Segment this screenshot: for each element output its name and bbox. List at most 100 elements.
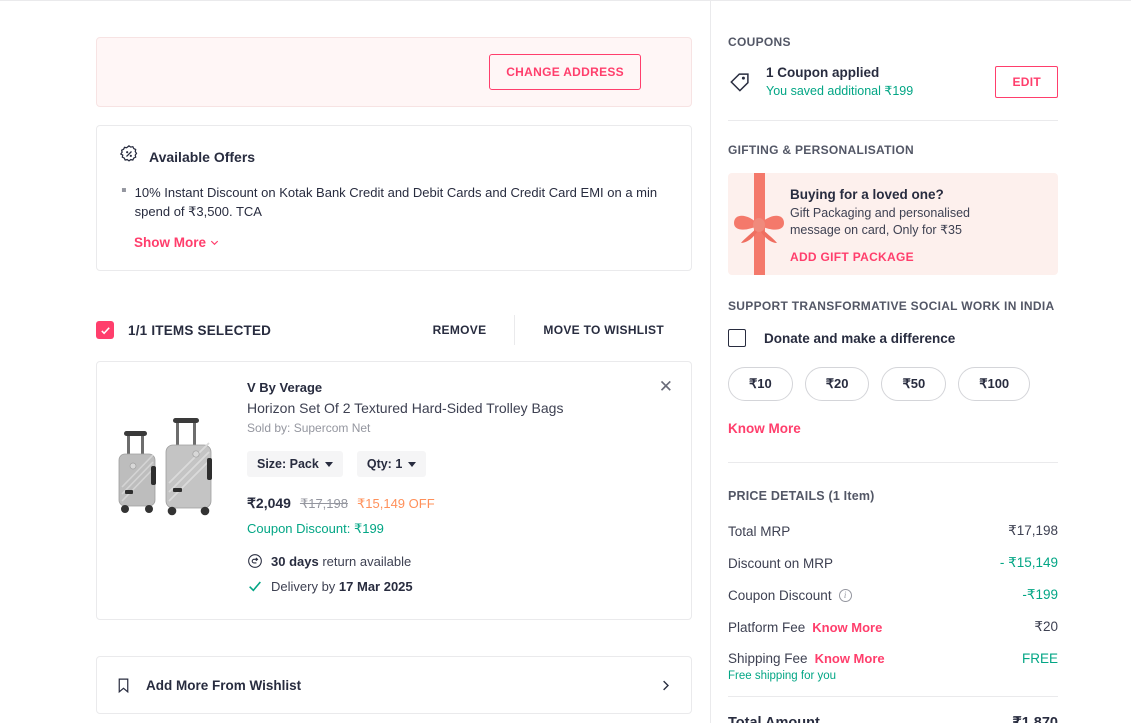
product-options: Size: Pack Qty: 1 bbox=[247, 451, 675, 477]
edit-coupon-button[interactable]: EDIT bbox=[995, 65, 1058, 98]
gift-package-card[interactable]: Buying for a loved one? Gift Packaging a… bbox=[728, 173, 1058, 275]
shipping-fee-know-more-link[interactable]: Know More bbox=[815, 651, 885, 666]
delivery-text: Delivery by 17 Mar 2025 bbox=[271, 578, 413, 594]
wishlist-label: Add More From Wishlist bbox=[146, 677, 302, 693]
donate-amount-20[interactable]: ₹20 bbox=[804, 367, 870, 401]
item-coupon-discount: Coupon Discount: ₹199 bbox=[247, 521, 384, 536]
price-details-section: PRICE DETAILS (1 Item) Total MRP ₹17,198… bbox=[728, 463, 1058, 723]
return-policy-row: 30 days return available bbox=[247, 553, 675, 569]
qty-label: Qty: 1 bbox=[366, 457, 403, 471]
platform-fee-know-more-link[interactable]: Know More bbox=[812, 620, 882, 635]
remove-button[interactable]: REMOVE bbox=[405, 323, 515, 337]
items-selected-label: 1/1 ITEMS SELECTED bbox=[128, 322, 272, 338]
donation-know-more-link[interactable]: Know More bbox=[728, 421, 1058, 436]
check-icon bbox=[249, 581, 261, 592]
available-offers-card: Available Offers ▪ 10% Instant Discount … bbox=[96, 125, 692, 271]
add-from-wishlist-card[interactable]: Add More From Wishlist bbox=[96, 656, 692, 714]
free-shipping-note: Free shipping for you bbox=[728, 670, 837, 682]
items-selected-bar: 1/1 ITEMS SELECTED REMOVE MOVE TO WISHLI… bbox=[96, 315, 692, 345]
info-icon[interactable]: i bbox=[838, 588, 852, 602]
add-gift-package-button[interactable]: ADD GIFT PACKAGE bbox=[790, 250, 1020, 264]
label: Platform Fee Know More bbox=[728, 620, 882, 635]
cart-item-card: ✕ V By Verage Horizon Set Of 2 Textured … bbox=[96, 361, 692, 620]
product-details: ✕ V By Verage Horizon Set Of 2 Textured … bbox=[227, 378, 675, 603]
show-more-offers-button[interactable]: Show More bbox=[134, 235, 220, 250]
coupon-texts: 1 Coupon applied You saved additional ₹1… bbox=[766, 65, 981, 98]
offer-text: 10% Instant Discount on Kotak Bank Credi… bbox=[134, 185, 658, 219]
donate-amount-10[interactable]: ₹10 bbox=[728, 367, 793, 401]
chevron-down-icon bbox=[210, 240, 219, 246]
label: Discount on MRP bbox=[728, 555, 834, 571]
gift-title: Buying for a loved one? bbox=[790, 187, 944, 202]
return-icon bbox=[248, 554, 262, 568]
label-text: Coupon Discount bbox=[728, 587, 832, 603]
coupons-section-title: COUPONS bbox=[728, 35, 791, 49]
product-thumbnail[interactable] bbox=[113, 396, 221, 526]
delivery-row: Delivery by 17 Mar 2025 bbox=[247, 578, 675, 594]
show-more-label: Show More bbox=[134, 235, 207, 250]
check-icon bbox=[100, 326, 110, 334]
current-price: ₹2,049 bbox=[247, 495, 291, 511]
product-name: Horizon Set Of 2 Textured Hard-Sided Tro… bbox=[247, 400, 564, 416]
gift-description: Gift Packaging and personalised message … bbox=[790, 206, 970, 237]
donation-section: SUPPORT TRANSFORMATIVE SOCIAL WORK IN IN… bbox=[728, 275, 1058, 436]
caret-down-icon bbox=[324, 461, 333, 467]
label: Total MRP bbox=[728, 523, 791, 539]
select-all-checkbox[interactable] bbox=[96, 321, 114, 339]
product-price-row: ₹2,049 ₹17,198 ₹15,149 OFF bbox=[247, 495, 675, 512]
donate-label: Donate and make a difference bbox=[764, 330, 956, 346]
price-details-title: PRICE DETAILS (1 Item) bbox=[728, 489, 875, 503]
cart-summary-column: COUPONS 1 Coupon applied You saved addit… bbox=[710, 1, 1131, 723]
price-row-total-mrp: Total MRP ₹17,198 bbox=[728, 523, 1058, 539]
product-brand: V By Verage bbox=[247, 380, 323, 395]
bookmark-icon bbox=[118, 678, 129, 693]
donate-amount-100[interactable]: ₹100 bbox=[958, 367, 1031, 401]
applied-coupon-row: 1 Coupon applied You saved additional ₹1… bbox=[728, 65, 1058, 120]
product-seller: Sold by: Supercom Net bbox=[247, 421, 371, 435]
donation-amount-options: ₹10 ₹20 ₹50 ₹100 bbox=[728, 367, 1058, 401]
label-text: Platform Fee bbox=[728, 619, 806, 635]
value: - ₹15,149 bbox=[999, 555, 1058, 570]
percent-badge-icon bbox=[119, 144, 139, 169]
price-row-shipping-fee: Shipping Fee Know More FREE bbox=[728, 651, 1058, 666]
trolley-bags-image bbox=[118, 418, 212, 516]
gift-texts: Buying for a loved one? Gift Packaging a… bbox=[790, 173, 1030, 275]
donate-toggle-row: Donate and make a difference bbox=[728, 329, 1058, 347]
gifting-section-title: GIFTING & PERSONALISATION bbox=[728, 143, 914, 157]
gift-ribbon-icon bbox=[728, 173, 790, 275]
size-selector[interactable]: Size: Pack bbox=[247, 451, 343, 477]
donation-section-title: SUPPORT TRANSFORMATIVE SOCIAL WORK IN IN… bbox=[728, 299, 1055, 313]
caret-down-icon bbox=[408, 461, 417, 467]
cart-main-column: CHANGE ADDRESS Available Offers ▪ 10% In… bbox=[0, 1, 710, 723]
donate-amount-50[interactable]: ₹50 bbox=[881, 367, 947, 401]
coupon-applied-title: 1 Coupon applied bbox=[766, 65, 880, 80]
delivery-address-card: CHANGE ADDRESS bbox=[96, 37, 692, 107]
change-address-button[interactable]: CHANGE ADDRESS bbox=[489, 54, 641, 90]
label-text: Shipping Fee bbox=[728, 651, 808, 666]
label: Shipping Fee Know More bbox=[728, 651, 885, 666]
quantity-selector[interactable]: Qty: 1 bbox=[356, 451, 427, 477]
price-row-discount-mrp: Discount on MRP - ₹15,149 bbox=[728, 555, 1058, 571]
price-row-coupon-discount: Coupon Discount i -₹199 bbox=[728, 587, 1058, 603]
original-price: ₹17,198 bbox=[299, 496, 348, 511]
offers-header: Available Offers bbox=[119, 144, 669, 169]
size-label: Size: Pack bbox=[257, 457, 319, 471]
gifting-section: GIFTING & PERSONALISATION Buying for a l… bbox=[728, 121, 1058, 275]
discount-amount: ₹15,149 OFF bbox=[357, 496, 435, 511]
label: Coupon Discount i bbox=[728, 588, 852, 603]
move-to-wishlist-button[interactable]: MOVE TO WISHLIST bbox=[515, 323, 692, 337]
price-row-platform-fee: Platform Fee Know More ₹20 bbox=[728, 619, 1058, 635]
total-amount-row: Total Amount ₹1,870 bbox=[728, 697, 1058, 723]
offer-item: ▪ 10% Instant Discount on Kotak Bank Cre… bbox=[119, 183, 669, 221]
items-bar-actions: REMOVE MOVE TO WISHLIST bbox=[405, 315, 692, 345]
value: ₹20 bbox=[1034, 619, 1058, 634]
total-amount-value: ₹1,870 bbox=[1012, 715, 1058, 723]
donate-checkbox[interactable] bbox=[728, 329, 746, 347]
coupon-savings-text: You saved additional ₹199 bbox=[766, 84, 914, 98]
value: FREE bbox=[1021, 651, 1058, 666]
coupon-tag-icon bbox=[730, 72, 749, 92]
chevron-right-icon bbox=[663, 680, 669, 690]
offers-title: Available Offers bbox=[149, 148, 256, 165]
value: ₹17,198 bbox=[1008, 523, 1058, 538]
remove-item-close-icon[interactable]: ✕ bbox=[659, 378, 673, 395]
